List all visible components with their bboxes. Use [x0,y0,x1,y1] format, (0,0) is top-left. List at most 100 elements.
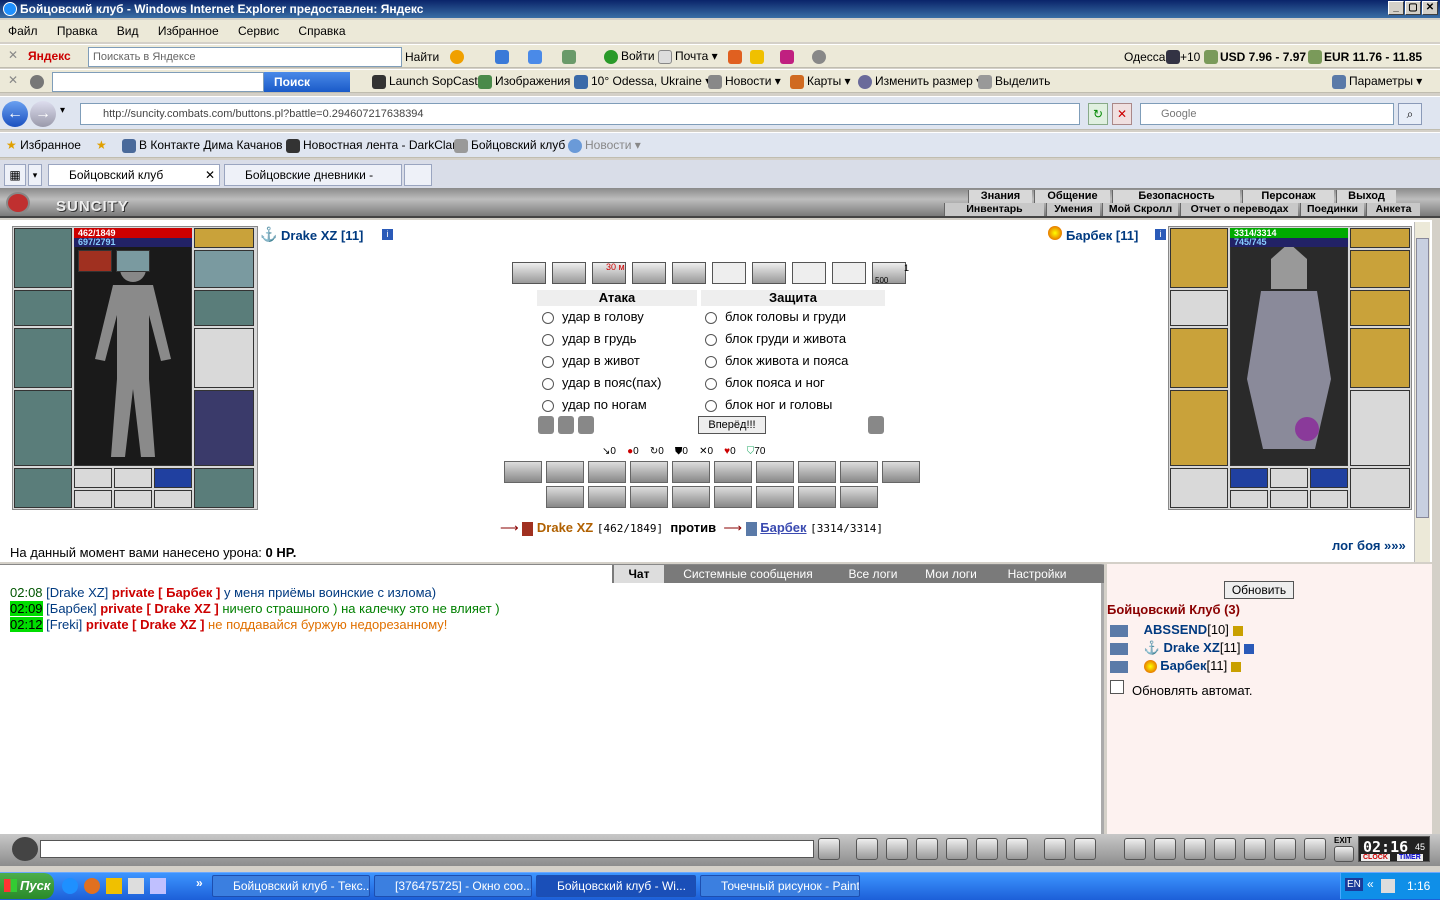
skill-icon[interactable] [546,461,584,483]
skill-icon[interactable] [840,461,878,483]
chat-tab-settings[interactable]: Настройки [994,565,1080,583]
address-input[interactable]: http://suncity.combats.com/buttons.pl?ba… [80,103,1080,125]
skill-icon[interactable] [546,486,584,508]
translate-icon[interactable] [528,49,545,64]
nav-inventory[interactable]: Инвентарь [944,203,1044,216]
info-icon[interactable] [1232,625,1243,636]
skill-icon[interactable] [756,486,794,508]
scroll-slot[interactable] [552,262,586,284]
skill-icon[interactable] [756,461,794,483]
chat-private[interactable]: private [ Барбек ] [112,585,220,600]
refresh-battle-icon[interactable] [868,416,884,434]
player-shield-slot[interactable] [194,328,254,388]
resize-link[interactable]: Изменить размер ▾ [858,74,982,89]
enemy-armor-slot[interactable] [1170,390,1228,466]
player-rune-slot[interactable] [74,490,112,508]
nav-transfers[interactable]: Отчет о переводах [1180,203,1298,216]
quick-tabs-icon[interactable]: ▦ [4,164,26,186]
player-boots-slot[interactable] [194,468,254,508]
tab-close-icon[interactable]: ✕ [205,165,215,185]
scroll-slot-empty[interactable] [712,262,746,284]
chat-private[interactable]: private [ Drake XZ ] [100,601,219,616]
skill-icon[interactable] [672,461,710,483]
clock-label[interactable]: CLOCK [1361,854,1390,861]
minimize-button[interactable]: _ [1388,1,1404,15]
menu-file[interactable]: Файл [8,24,38,38]
menu-edit[interactable]: Правка [57,24,98,38]
player-buff-icon[interactable] [78,250,112,272]
enemy-helmet-slot[interactable] [1170,228,1228,288]
pause-icon[interactable] [976,838,998,860]
enemy-bracers-slot[interactable] [1170,290,1228,326]
images-link[interactable]: Изображения [478,74,570,89]
skill-icon[interactable] [672,486,710,508]
auto-refresh-checkbox[interactable] [1110,680,1124,694]
skill-icon[interactable] [714,486,752,508]
enemy-rune-slot[interactable] [1310,490,1348,508]
attack-radio[interactable] [542,355,554,368]
calendar-quicklaunch-icon[interactable] [128,878,144,894]
sound-icon[interactable] [1006,838,1028,860]
flag-icon[interactable] [1304,838,1326,860]
fav-vkontakte[interactable]: В Контакте Дима Качанов [122,138,283,153]
chat-tab-chat[interactable]: Чат [614,565,664,583]
enemy-ring-slot[interactable] [1230,468,1268,488]
player-weapon-slot[interactable] [14,328,72,388]
google-search-input[interactable]: Google [1140,103,1394,125]
chat-private[interactable]: private [ Drake XZ ] [86,617,205,632]
timer-label[interactable]: TIMER [1397,854,1423,861]
attack-legs-option[interactable]: удар по ногам [542,395,647,415]
pot-icon[interactable] [1214,838,1236,860]
helmet-icon[interactable] [1074,838,1096,860]
chat-time[interactable]: 02:12 [10,617,43,632]
ask-search-button[interactable]: Поиск [264,72,350,92]
media-quicklaunch-icon[interactable] [106,878,122,894]
skill-icon[interactable] [714,461,752,483]
firefox-quicklaunch-icon[interactable] [84,878,100,894]
flower-icon[interactable] [1274,838,1296,860]
menu-favorites[interactable]: Избранное [158,24,219,38]
player-gloves-slot[interactable] [194,290,254,326]
attack-radio[interactable] [542,311,554,324]
chat-tab-my-logs[interactable]: Мои логи [916,565,986,583]
enemy-shield-slot[interactable] [1350,328,1410,388]
tray-expand-icon[interactable]: « [1367,877,1374,891]
shield-icon[interactable] [538,416,554,434]
refresh-room-button[interactable]: Обновить [1224,581,1294,599]
room-user-name[interactable]: ABSSEND [1144,622,1208,637]
enemy-info-icon[interactable]: i [1155,229,1166,240]
quicklaunch-more-icon[interactable]: » [196,876,203,890]
enemy-pants-slot[interactable] [1350,390,1410,466]
tab-diaries[interactable]: Бойцовские дневники - Dra... [224,164,402,186]
menu-help[interactable]: Справка [298,24,345,38]
player-helmet-slot[interactable] [14,228,72,288]
block-radio[interactable] [705,399,717,412]
taskbar-item-icq[interactable]: [376475725] - Окно соо... [374,875,532,897]
forward-button[interactable]: → [30,101,56,127]
enemy-ring-slot[interactable] [1270,468,1308,488]
scroll-slot-empty[interactable] [832,262,866,284]
refresh-icon[interactable]: ↻ [1088,103,1108,125]
yandex-find-button[interactable]: Найти [405,50,439,64]
enemy-weapon-slot[interactable] [1170,328,1228,388]
private-message-icon[interactable] [1110,624,1128,637]
smile-icon[interactable] [1044,838,1066,860]
smiley-face-icon[interactable] [12,837,38,861]
usd-rate[interactable]: USD 7.96 - 7.97 [1220,50,1306,64]
yandex-logo[interactable]: Яндекс [28,49,71,63]
toolbar-close-icon[interactable]: ✕ [8,73,18,87]
block-radio[interactable] [705,333,717,346]
fav-darkclan[interactable]: Новостная лента - DarkClan [286,138,459,153]
fav-news[interactable]: Новости ▾ [568,138,641,153]
block-radio[interactable] [705,377,717,390]
info-icon[interactable] [1244,643,1255,654]
close-button[interactable]: ✕ [1422,1,1438,15]
skill-icon[interactable] [588,486,626,508]
attack-belly-option[interactable]: удар в живот [542,351,640,371]
news-link[interactable]: Новости ▾ [708,74,781,89]
fav-combats[interactable]: Бойцовский клуб [454,138,565,153]
nav-duels[interactable]: Поединки [1300,203,1364,216]
yandex-mail-button[interactable]: Почта ▾ [658,49,718,64]
network-icon[interactable] [1381,879,1395,893]
private-message-icon[interactable] [1110,660,1128,673]
